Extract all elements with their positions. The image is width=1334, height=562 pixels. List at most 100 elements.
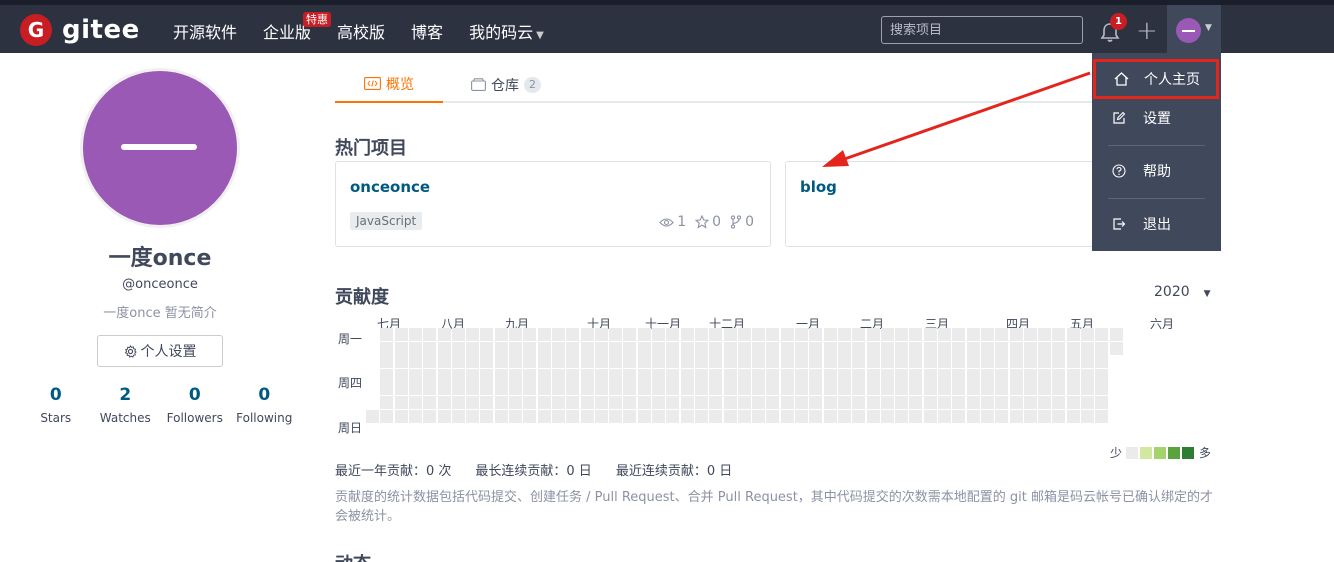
contribution-day-cell[interactable] <box>823 355 837 369</box>
contribution-day-cell[interactable] <box>852 355 866 369</box>
contribution-day-cell[interactable] <box>823 396 837 409</box>
contribution-day-cell[interactable] <box>694 341 708 355</box>
contribution-day-cell[interactable] <box>1023 341 1037 355</box>
contribution-day-cell[interactable] <box>551 409 565 423</box>
menu-item-help[interactable]: 帮助 <box>1092 154 1221 188</box>
contribution-day-cell[interactable] <box>1066 382 1080 396</box>
contribution-day-cell[interactable] <box>494 341 508 355</box>
contribution-day-cell[interactable] <box>1081 341 1094 355</box>
contribution-day-cell[interactable] <box>880 355 894 369</box>
contribution-day-cell[interactable] <box>709 382 723 396</box>
contribution-day-cell[interactable] <box>1095 382 1109 396</box>
contribution-day-cell[interactable] <box>694 355 708 369</box>
contribution-day-cell[interactable] <box>880 382 894 396</box>
contribution-day-cell[interactable] <box>594 409 608 423</box>
contribution-day-cell[interactable] <box>494 409 508 423</box>
contribution-day-cell[interactable] <box>423 368 437 382</box>
project-link[interactable]: blog <box>800 178 837 196</box>
contribution-day-cell[interactable] <box>437 396 451 409</box>
contribution-day-cell[interactable] <box>509 409 522 423</box>
contribution-day-cell[interactable] <box>752 382 766 396</box>
contribution-day-cell[interactable] <box>1023 368 1037 382</box>
contribution-day-cell[interactable] <box>609 355 623 369</box>
contribution-day-cell[interactable] <box>709 341 723 355</box>
contribution-day-cell[interactable] <box>752 409 766 423</box>
contribution-day-cell[interactable] <box>451 328 465 341</box>
contribution-day-cell[interactable] <box>380 396 394 409</box>
contribution-day-cell[interactable] <box>809 382 823 396</box>
contribution-day-cell[interactable] <box>723 368 737 382</box>
contribution-day-cell[interactable] <box>609 368 623 382</box>
contribution-day-cell[interactable] <box>551 341 565 355</box>
contribution-day-cell[interactable] <box>551 396 565 409</box>
contribution-day-cell[interactable] <box>623 382 637 396</box>
user-menu-toggle[interactable]: ▼ <box>1167 5 1221 58</box>
contribution-day-cell[interactable] <box>494 382 508 396</box>
contribution-day-cell[interactable] <box>408 409 422 423</box>
contribution-day-cell[interactable] <box>680 355 694 369</box>
contribution-day-cell[interactable] <box>509 328 522 341</box>
contribution-day-cell[interactable] <box>609 396 623 409</box>
contribution-day-cell[interactable] <box>852 328 866 341</box>
contribution-day-cell[interactable] <box>437 409 451 423</box>
contribution-day-cell[interactable] <box>680 409 694 423</box>
contribution-day-cell[interactable] <box>938 396 951 409</box>
contribution-day-cell[interactable] <box>737 409 751 423</box>
contribution-day-cell[interactable] <box>795 382 808 396</box>
contribution-day-cell[interactable] <box>795 396 808 409</box>
contribution-day-cell[interactable] <box>966 328 980 341</box>
contribution-day-cell[interactable] <box>895 382 909 396</box>
contribution-day-cell[interactable] <box>1052 341 1066 355</box>
contribution-day-cell[interactable] <box>1009 382 1023 396</box>
contribution-day-cell[interactable] <box>1038 355 1052 369</box>
contribution-day-cell[interactable] <box>408 368 422 382</box>
contribution-day-cell[interactable] <box>1066 368 1080 382</box>
contribution-day-cell[interactable] <box>666 328 680 341</box>
contribution-day-cell[interactable] <box>580 341 594 355</box>
contribution-day-cell[interactable] <box>623 341 637 355</box>
contribution-day-cell[interactable] <box>694 382 708 396</box>
contribution-day-cell[interactable] <box>694 328 708 341</box>
contribution-day-cell[interactable] <box>909 368 923 382</box>
contribution-day-cell[interactable] <box>823 382 837 396</box>
contribution-day-cell[interactable] <box>423 355 437 369</box>
contribution-day-cell[interactable] <box>995 328 1009 341</box>
contribution-day-cell[interactable] <box>566 341 580 355</box>
contribution-day-cell[interactable] <box>594 328 608 341</box>
contribution-day-cell[interactable] <box>809 341 823 355</box>
contribution-day-cell[interactable] <box>1066 396 1080 409</box>
contribution-day-cell[interactable] <box>451 368 465 382</box>
contribution-day-cell[interactable] <box>723 382 737 396</box>
nav-education[interactable]: 高校版 <box>337 19 385 43</box>
contribution-day-cell[interactable] <box>1081 409 1094 423</box>
contribution-day-cell[interactable] <box>637 328 651 341</box>
contribution-day-cell[interactable] <box>837 328 851 341</box>
contribution-day-cell[interactable] <box>995 396 1009 409</box>
contribution-day-cell[interactable] <box>466 396 480 409</box>
contribution-day-cell[interactable] <box>709 368 723 382</box>
contribution-day-cell[interactable] <box>809 355 823 369</box>
contribution-day-cell[interactable] <box>451 341 465 355</box>
contribution-day-cell[interactable] <box>752 368 766 382</box>
contribution-day-cell[interactable] <box>623 368 637 382</box>
contribution-day-cell[interactable] <box>952 368 966 382</box>
contribution-day-cell[interactable] <box>637 368 651 382</box>
contribution-day-cell[interactable] <box>909 355 923 369</box>
contribution-day-cell[interactable] <box>823 368 837 382</box>
contribution-day-cell[interactable] <box>1052 396 1066 409</box>
contribution-day-cell[interactable] <box>880 368 894 382</box>
contribution-day-cell[interactable] <box>909 382 923 396</box>
contribution-day-cell[interactable] <box>952 396 966 409</box>
contribution-day-cell[interactable] <box>1095 396 1109 409</box>
contribution-day-cell[interactable] <box>637 409 651 423</box>
contribution-day-cell[interactable] <box>580 328 594 341</box>
contribution-day-cell[interactable] <box>380 355 394 369</box>
contribution-day-cell[interactable] <box>795 368 808 382</box>
contribution-day-cell[interactable] <box>909 396 923 409</box>
contribution-day-cell[interactable] <box>795 341 808 355</box>
contribution-day-cell[interactable] <box>652 368 665 382</box>
contribution-day-cell[interactable] <box>652 341 665 355</box>
contribution-day-cell[interactable] <box>995 382 1009 396</box>
contribution-day-cell[interactable] <box>723 355 737 369</box>
contribution-day-cell[interactable] <box>795 355 808 369</box>
